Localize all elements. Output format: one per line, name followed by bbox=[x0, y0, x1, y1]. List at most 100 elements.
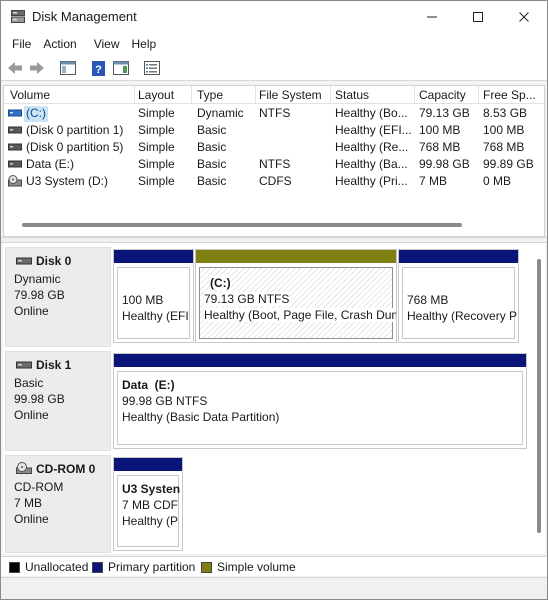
volume-file-system: NTFS bbox=[259, 157, 291, 171]
drive-icon bbox=[8, 143, 22, 151]
volume-status: Healthy (Bo... bbox=[335, 106, 408, 120]
disk-name: Disk 1 bbox=[36, 358, 72, 372]
back-button[interactable] bbox=[6, 59, 24, 77]
svg-text:?: ? bbox=[95, 64, 102, 76]
volume-type: Basic bbox=[197, 157, 227, 171]
help-icon: ? bbox=[91, 60, 105, 76]
disk-icon bbox=[16, 361, 32, 369]
volume-row[interactable]: Data (E:) Simple Basic NTFS Healthy (Ba.… bbox=[4, 156, 544, 173]
drive-icon bbox=[8, 126, 22, 134]
volume-name: (Disk 0 partition 1) bbox=[26, 123, 124, 137]
show-hide-console-tree-icon bbox=[60, 61, 76, 75]
volume-row[interactable]: (C:) Simple Dynamic NTFS Healthy (Bo... … bbox=[4, 105, 544, 122]
status-bar bbox=[1, 577, 547, 599]
volume-list[interactable]: Volume Layout Type File System Status Ca… bbox=[3, 85, 545, 237]
volume-free-space: 99.89 GB bbox=[483, 157, 534, 171]
menu-help[interactable]: Help bbox=[126, 33, 163, 55]
disk-size: 79.98 GB bbox=[14, 288, 65, 302]
minimize-button[interactable] bbox=[409, 1, 455, 33]
disk-0-label[interactable]: Disk 0 Dynamic 79.98 GB Online bbox=[5, 247, 111, 347]
disk-name: CD-ROM 0 bbox=[36, 462, 96, 476]
disk-name: Disk 0 bbox=[36, 254, 72, 268]
column-header-type[interactable]: Type bbox=[197, 88, 223, 104]
volume-capacity: 100 MB bbox=[419, 123, 461, 137]
volume-name: (C:) bbox=[24, 106, 48, 122]
column-header-status[interactable]: Status bbox=[335, 88, 369, 104]
volume-layout: Simple bbox=[138, 157, 175, 171]
legend: Unallocated Primary partition Simple vol… bbox=[1, 556, 547, 576]
partition-size: 100 MB bbox=[122, 293, 164, 307]
disk-1-label[interactable]: Disk 1 Basic 99.98 GB Online bbox=[5, 351, 111, 451]
volume-layout: Simple bbox=[138, 123, 175, 137]
partition-u3-system[interactable]: U3 Systen 7 MB CDF Healthy (P bbox=[113, 457, 183, 551]
column-header-layout[interactable]: Layout bbox=[138, 88, 174, 104]
volume-name: U3 System (D:) bbox=[26, 174, 109, 188]
volume-row[interactable]: U3 System (D:) Simple Basic CDFS Healthy… bbox=[4, 173, 544, 190]
menu-action[interactable]: Action bbox=[37, 33, 82, 55]
column-header-free-space[interactable]: Free Sp... bbox=[483, 88, 536, 104]
disk-state: Online bbox=[14, 304, 49, 318]
legend-swatch-simple-volume bbox=[201, 562, 212, 573]
back-icon bbox=[8, 62, 22, 74]
column-header-volume[interactable]: Volume bbox=[10, 88, 50, 104]
volume-type: Basic bbox=[197, 174, 227, 188]
title-bar[interactable]: Disk Management bbox=[1, 1, 547, 33]
column-header-capacity[interactable]: Capacity bbox=[419, 88, 466, 104]
disk-type: Basic bbox=[14, 376, 44, 390]
partition-status: Healthy (Basic Data Partition) bbox=[122, 410, 280, 424]
properties-button[interactable] bbox=[143, 59, 161, 77]
show-hide-console-tree-button[interactable] bbox=[59, 59, 77, 77]
close-button[interactable] bbox=[501, 1, 547, 33]
cdrom-0-label[interactable]: CD-ROM 0 CD-ROM 7 MB Online bbox=[5, 455, 111, 553]
disk-size: 7 MB bbox=[14, 496, 43, 510]
volume-status: Healthy (Ba... bbox=[335, 157, 408, 171]
horizontal-scrollbar[interactable] bbox=[22, 223, 462, 227]
show-hide-action-pane-icon bbox=[113, 61, 129, 75]
help-button[interactable]: ? bbox=[91, 59, 105, 77]
partition-size: 768 MB bbox=[407, 293, 449, 307]
volume-layout: Simple bbox=[138, 140, 175, 154]
disk-type: CD-ROM bbox=[14, 480, 64, 494]
volume-free-space: 0 MB bbox=[483, 174, 512, 188]
volume-layout: Simple bbox=[138, 174, 175, 188]
volume-type: Dynamic bbox=[197, 106, 244, 120]
partition-efi[interactable]: 100 MB Healthy (EFI bbox=[113, 249, 194, 343]
forward-button[interactable] bbox=[28, 59, 46, 77]
disk-management-app-icon bbox=[11, 10, 25, 23]
volume-status: Healthy (Re... bbox=[335, 140, 409, 154]
partition-c[interactable]: (C:) 79.13 GB NTFS Healthy (Boot, Page F… bbox=[195, 249, 397, 343]
volume-capacity: 7 MB bbox=[419, 174, 448, 188]
forward-icon bbox=[30, 62, 44, 74]
volume-row[interactable]: (Disk 0 partition 5) Simple Basic Health… bbox=[4, 139, 544, 156]
volume-row[interactable]: (Disk 0 partition 1) Simple Basic Health… bbox=[4, 122, 544, 139]
column-header-file-system[interactable]: File System bbox=[259, 88, 322, 104]
partition-name: Data (E:) bbox=[122, 378, 175, 392]
close-icon bbox=[519, 12, 529, 22]
disk-size: 99.98 GB bbox=[14, 392, 65, 406]
partition-data-e[interactable]: Data (E:) 99.98 GB NTFS Healthy (Basic D… bbox=[113, 353, 527, 449]
disk-state: Online bbox=[14, 512, 49, 526]
volume-capacity: 99.98 GB bbox=[419, 157, 470, 171]
volume-capacity: 79.13 GB bbox=[419, 106, 470, 120]
menu-bar: File Action View Help bbox=[1, 33, 547, 55]
partition-recovery[interactable]: 768 MB Healthy (Recovery P bbox=[398, 249, 519, 343]
vertical-scrollbar[interactable] bbox=[537, 259, 541, 533]
volume-free-space: 768 MB bbox=[483, 140, 525, 154]
disk-state: Online bbox=[14, 408, 49, 422]
show-hide-action-pane-button[interactable] bbox=[112, 59, 130, 77]
properties-icon bbox=[144, 61, 160, 75]
menu-view[interactable]: View bbox=[83, 33, 126, 55]
partition-status: Healthy (EFI bbox=[122, 309, 189, 323]
legend-label-simple-volume: Simple volume bbox=[217, 560, 296, 574]
partition-status: Healthy (Boot, Page File, Crash Dum bbox=[204, 308, 396, 322]
toolbar: ? bbox=[1, 55, 547, 81]
disk-map[interactable]: Disk 0 Dynamic 79.98 GB Online 100 MB He… bbox=[3, 243, 545, 554]
partition-size: 79.13 GB NTFS bbox=[204, 292, 290, 306]
partition-size: 7 MB CDF bbox=[122, 498, 179, 512]
menu-file[interactable]: File bbox=[1, 33, 37, 55]
partition-status: Healthy (P bbox=[122, 514, 179, 528]
maximize-button[interactable] bbox=[455, 1, 501, 33]
maximize-icon bbox=[473, 12, 483, 22]
volume-free-space: 100 MB bbox=[483, 123, 525, 137]
partition-name: U3 Systen bbox=[122, 482, 181, 496]
